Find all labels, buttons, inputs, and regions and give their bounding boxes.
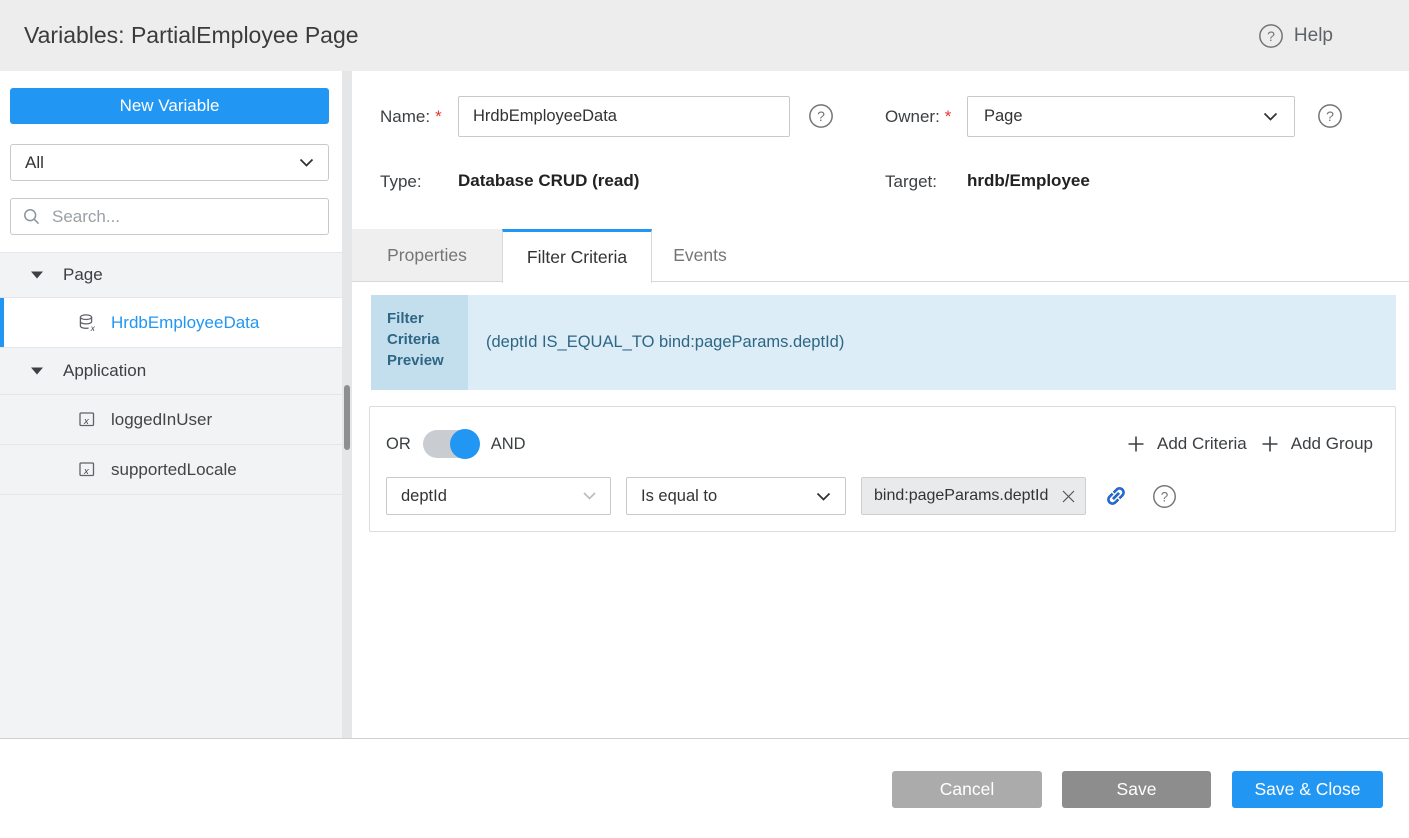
editor-tabs: Properties Filter Criteria Events: [352, 229, 1409, 282]
owner-select[interactable]: Page: [967, 96, 1295, 137]
variable-type-filter-value: All: [25, 153, 44, 173]
help-icon: ?: [1258, 23, 1284, 49]
plus-icon: [1261, 435, 1279, 453]
tree-group-page[interactable]: Page: [0, 252, 342, 298]
triangle-down-icon: [31, 271, 43, 279]
plus-icon: [1127, 435, 1145, 453]
criteria-field-value: deptId: [401, 487, 447, 506]
criteria-condition-value: Is equal to: [641, 487, 717, 506]
preview-expression: (deptId IS_EQUAL_TO bind:pageParams.dept…: [468, 295, 1396, 390]
criteria-value-chip[interactable]: bind:pageParams.deptId: [861, 477, 1086, 515]
tree-item-label: supportedLocale: [111, 460, 237, 480]
name-input[interactable]: [458, 96, 790, 137]
tree-item-label: loggedInUser: [111, 410, 212, 430]
target-label: Target:: [885, 172, 937, 192]
criteria-builder: OR AND Add Criteria: [369, 406, 1396, 532]
owner-label: Owner:*: [885, 107, 951, 127]
filter-criteria-preview: Filter Criteria Preview (deptId IS_EQUAL…: [371, 295, 1396, 390]
chevron-down-icon: [816, 492, 831, 501]
chevron-down-icon: [1263, 112, 1278, 121]
name-label: Name:*: [380, 107, 442, 127]
owner-select-value: Page: [984, 107, 1023, 126]
type-value: Database CRUD (read): [458, 171, 639, 191]
tab-filter-criteria[interactable]: Filter Criteria: [502, 229, 652, 283]
and-label: AND: [491, 435, 526, 454]
help-button[interactable]: ? Help: [1258, 23, 1333, 49]
svg-text:?: ?: [1161, 489, 1169, 504]
chevron-down-icon: [583, 492, 596, 500]
tree-item-hrdbemployeedata[interactable]: x HrdbEmployeeData: [0, 298, 342, 348]
help-label: Help: [1294, 25, 1333, 47]
variable-search-box: [10, 198, 329, 235]
owner-help-icon[interactable]: ?: [1317, 103, 1343, 129]
tree-item-loggedinuser[interactable]: x loggedInUser: [0, 395, 342, 445]
add-group-button[interactable]: Add Group: [1261, 434, 1373, 454]
database-variable-icon: x: [78, 313, 97, 332]
tree-item-supportedlocale[interactable]: x supportedLocale: [0, 445, 342, 495]
triangle-down-icon: [31, 367, 43, 375]
add-criteria-button[interactable]: Add Criteria: [1127, 434, 1247, 454]
criteria-field-select[interactable]: deptId: [386, 477, 611, 515]
remove-value-icon[interactable]: [1060, 488, 1077, 505]
tree-group-label: Application: [63, 361, 146, 381]
type-label: Type:: [380, 172, 422, 192]
search-icon: [23, 208, 40, 225]
or-and-toggle[interactable]: [423, 430, 479, 458]
tab-events[interactable]: Events: [652, 229, 748, 281]
dialog-header: Variables: PartialEmployee Page ? Help: [0, 0, 1409, 71]
tree-group-application[interactable]: Application: [0, 348, 342, 395]
variables-sidebar: New Variable All Page: [0, 71, 342, 738]
variable-editor-panel: Name:* ? Owner:* Page ? Type: Database C…: [352, 71, 1409, 738]
svg-text:?: ?: [1326, 108, 1334, 124]
tab-properties[interactable]: Properties: [352, 229, 502, 281]
new-variable-button[interactable]: New Variable: [10, 88, 329, 124]
criteria-condition-select[interactable]: Is equal to: [626, 477, 846, 515]
svg-text:x: x: [90, 323, 96, 332]
tree-group-label: Page: [63, 265, 103, 285]
bind-link-icon[interactable]: [1104, 484, 1128, 508]
variables-dialog: Variables: PartialEmployee Page ? Help N…: [0, 0, 1409, 838]
required-asterisk: *: [945, 107, 952, 126]
required-asterisk: *: [435, 107, 442, 126]
svg-text:?: ?: [817, 108, 825, 124]
save-and-close-button[interactable]: Save & Close: [1232, 771, 1383, 808]
variable-type-filter-select[interactable]: All: [10, 144, 329, 181]
model-variable-icon: x: [78, 460, 97, 479]
toggle-knob: [450, 429, 480, 459]
criteria-help-icon[interactable]: ?: [1152, 484, 1177, 509]
target-value: hrdb/Employee: [967, 171, 1090, 191]
scrollbar-thumb[interactable]: [344, 385, 350, 450]
name-help-icon[interactable]: ?: [808, 103, 834, 129]
search-input[interactable]: [50, 206, 316, 228]
sidebar-scrollbar[interactable]: [342, 71, 352, 738]
svg-text:?: ?: [1267, 27, 1275, 43]
cancel-button[interactable]: Cancel: [892, 771, 1042, 808]
tree-item-label: HrdbEmployeeData: [111, 313, 259, 333]
model-variable-icon: x: [78, 410, 97, 429]
dialog-footer: Cancel Save Save & Close: [0, 739, 1409, 838]
variables-tree: Page x HrdbEmployeeData Applicatio: [0, 252, 342, 738]
page-title: Variables: PartialEmployee Page: [24, 22, 1258, 49]
preview-label: Filter Criteria Preview: [371, 295, 468, 390]
chevron-down-icon: [299, 158, 314, 167]
or-label: OR: [386, 435, 411, 454]
save-button[interactable]: Save: [1062, 771, 1211, 808]
criteria-value-text: bind:pageParams.deptId: [874, 487, 1060, 505]
